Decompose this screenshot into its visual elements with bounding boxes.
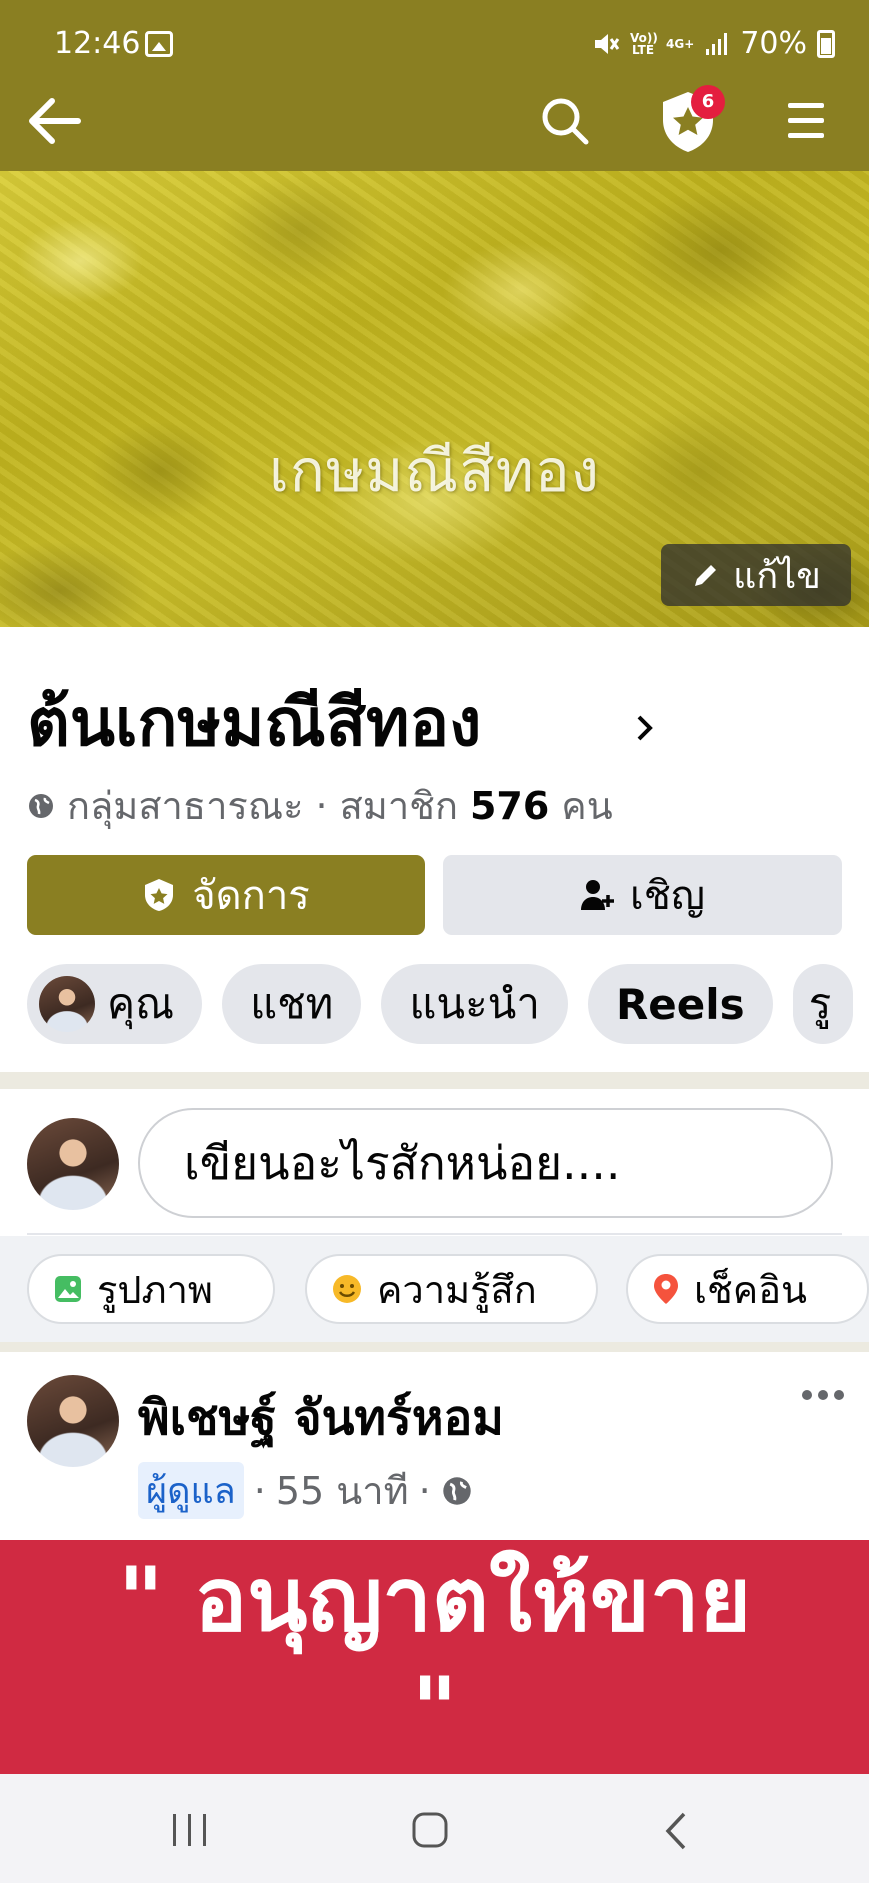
feeling-button[interactable]: ความรู้สึก	[305, 1254, 598, 1324]
mute-icon	[595, 33, 620, 54]
post-text-banner[interactable]: " อนุญาตให้ขาย "	[0, 1540, 869, 1774]
meta-separator: ·	[315, 783, 328, 828]
back-arrow-icon[interactable]	[26, 96, 82, 146]
post-meta: ผู้ดูแล · 55 นาที ·	[138, 1460, 473, 1521]
recent-apps-icon[interactable]	[170, 1812, 210, 1848]
home-icon[interactable]	[410, 1810, 450, 1850]
tab-you-label: คุณ	[107, 979, 175, 1028]
members-label: สมาชิก	[339, 784, 458, 828]
location-pin-icon	[654, 1274, 678, 1304]
menu-icon[interactable]	[786, 100, 826, 142]
feeling-label: ความรู้สึก	[377, 1267, 537, 1312]
pencil-icon	[695, 565, 717, 586]
invite-label: เชิญ	[630, 873, 705, 919]
banner-text-line2: "	[411, 1658, 458, 1761]
admin-role-badge: ผู้ดูแล	[138, 1462, 244, 1519]
system-back-icon[interactable]	[660, 1810, 690, 1852]
members-count: 576	[469, 783, 550, 828]
post-author-name[interactable]: พิเชษฐ์ จันทร์หอม	[138, 1380, 504, 1456]
gallery-notification-icon	[145, 31, 173, 57]
tab-photos[interactable]: รู	[792, 964, 853, 1044]
cover-overlay-text: เกษมณีสีทอง	[268, 437, 600, 505]
status-bar: 12:46 Vo)) LTE 4G+ 70%	[0, 0, 869, 90]
post-time[interactable]: 55 นาที	[276, 1460, 409, 1521]
tab-you[interactable]: คุณ	[27, 964, 203, 1044]
post-composer-input[interactable]: เขียนอะไรสักหน่อย....	[138, 1108, 833, 1218]
tab-featured[interactable]: แนะนำ	[381, 964, 568, 1044]
globe-icon	[29, 793, 53, 818]
invite-button[interactable]: เชิญ	[443, 855, 842, 935]
edit-cover-button[interactable]: แก้ไข	[661, 544, 851, 606]
tab-reels[interactable]: Reels	[587, 964, 773, 1044]
tab-chat[interactable]: แชท	[222, 964, 362, 1044]
globe-icon	[443, 1476, 471, 1505]
manage-button[interactable]: จัดการ	[27, 855, 425, 935]
group-meta: กลุ่มสาธารณะ · สมาชิก 576 คน	[27, 775, 613, 836]
group-privacy: กลุ่มสาธารณะ	[67, 784, 304, 828]
status-time: 12:46	[54, 26, 141, 61]
network-4g-indicator: 4G+	[666, 36, 695, 51]
photo-label: รูปภาพ	[97, 1267, 213, 1312]
photo-icon	[55, 1276, 81, 1302]
user-avatar	[39, 976, 95, 1032]
status-indicators: Vo)) LTE 4G+ 70%	[592, 26, 835, 61]
group-tabs: คุณ แชท แนะนำ Reels รู	[27, 964, 853, 1044]
banner-text-line1: " อนุญาตให้ขาย	[117, 1548, 752, 1651]
post-meta-dot-2: ·	[418, 1468, 431, 1513]
shield-icon	[145, 879, 174, 911]
section-divider	[0, 1072, 869, 1089]
feed-divider	[0, 1342, 869, 1352]
members-unit: คน	[561, 784, 613, 828]
chevron-right-icon[interactable]	[634, 713, 654, 743]
post-meta-dot: ·	[253, 1468, 266, 1513]
battery-icon	[817, 29, 835, 58]
volte-indicator: Vo)) LTE	[630, 30, 658, 57]
signal-icon	[706, 32, 728, 55]
add-person-icon	[581, 880, 615, 910]
checkin-button[interactable]: เช็คอิน	[626, 1254, 869, 1324]
manage-label: จัดการ	[192, 873, 310, 919]
post-author-avatar[interactable]	[27, 1375, 119, 1467]
group-name[interactable]: ต้นเกษมณีสีทอง	[27, 670, 481, 775]
cover-photo: เกษมณีสีทอง แก้ไข	[0, 171, 869, 627]
notification-badge: 6	[691, 85, 725, 119]
search-icon[interactable]	[540, 96, 590, 146]
composer-avatar[interactable]	[27, 1118, 119, 1210]
more-options-icon[interactable]	[800, 1388, 846, 1402]
photo-button[interactable]: รูปภาพ	[27, 1254, 275, 1324]
edit-cover-label: แก้ไข	[733, 555, 821, 597]
composer-divider	[27, 1233, 842, 1235]
battery-percent: 70%	[740, 26, 807, 61]
smiley-icon	[333, 1275, 361, 1303]
checkin-label: เช็คอิน	[694, 1267, 807, 1312]
